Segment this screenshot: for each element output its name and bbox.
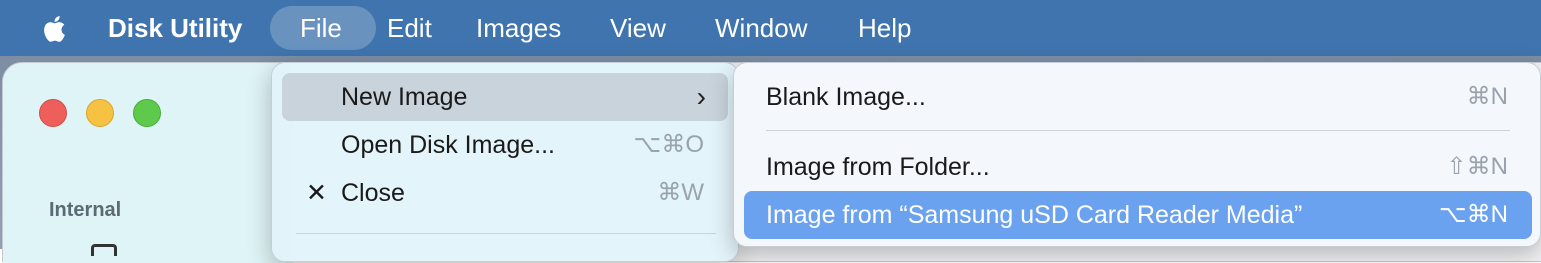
menu-item-label: Close [341,179,405,207]
menu-separator [766,130,1510,131]
apple-logo-icon[interactable] [38,12,72,46]
menu-window[interactable]: Window [715,0,807,56]
sidebar-section-internal: Internal [49,199,122,221]
new-image-submenu: Blank Image... ⌘N Image from Folder... ⇧… [733,62,1541,247]
menu-item-label: New Image [341,83,468,111]
keyboard-shortcut: ⇧⌘N [1446,153,1508,180]
keyboard-shortcut: ⌘W [657,179,704,206]
close-window-button[interactable] [39,99,67,127]
keyboard-shortcut: ⌥⌘N [1439,201,1508,228]
menu-item-label: Blank Image... [766,83,926,111]
menu-view[interactable]: View [610,0,666,56]
submenu-arrow-icon: › [696,81,706,112]
keyboard-shortcut: ⌥⌘O [633,131,704,158]
keyboard-shortcut: ⌘N [1466,83,1508,110]
file-menu-dropdown: New Image › Open Disk Image... ⌥⌘O ✕ Clo… [271,62,739,262]
close-mark-icon: ✕ [306,179,327,207]
menu-item-close[interactable]: ✕ Close ⌘W [282,169,728,217]
internal-disk-icon [91,244,117,256]
menu-item-new-image[interactable]: New Image › [282,73,728,121]
menu-file[interactable]: File [300,0,342,56]
menu-separator [296,233,716,234]
menu-item-open-disk-image[interactable]: Open Disk Image... ⌥⌘O [282,121,728,169]
app-name-menu[interactable]: Disk Utility [108,0,242,56]
menu-item-image-from-folder[interactable]: Image from Folder... ⇧⌘N [744,143,1532,191]
menu-help[interactable]: Help [858,0,911,56]
zoom-window-button[interactable] [133,99,161,127]
menu-item-label: Image from Folder... [766,153,990,181]
menu-item-image-from-device[interactable]: Image from “Samsung uSD Card Reader Medi… [744,191,1532,239]
menu-item-blank-image[interactable]: Blank Image... ⌘N [744,73,1532,121]
menu-images[interactable]: Images [476,0,561,56]
menu-bar: Disk Utility File Edit Images View Windo… [0,0,1541,56]
minimize-window-button[interactable] [86,99,114,127]
window-sidebar: Internal [3,63,293,263]
menu-item-label: Open Disk Image... [341,131,555,159]
menu-edit[interactable]: Edit [387,0,432,56]
menu-item-label: Image from “Samsung uSD Card Reader Medi… [766,201,1303,229]
